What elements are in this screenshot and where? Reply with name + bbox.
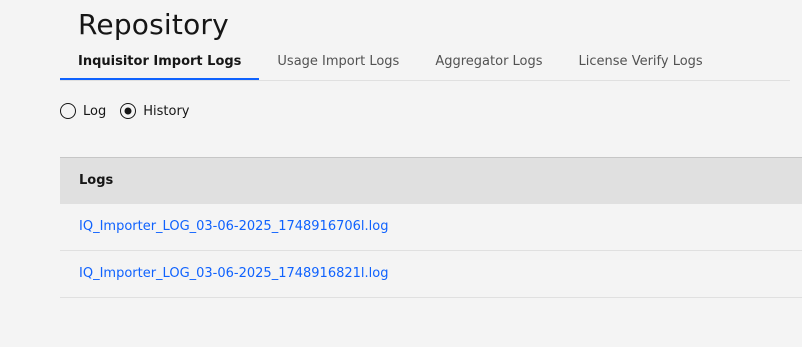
- logs-table: Logs IQ_Importer_LOG_03-06-2025_17489167…: [60, 157, 802, 298]
- radio-history-checked-icon[interactable]: [120, 103, 137, 119]
- table-row: IQ_Importer_LOG_03-06-2025_1748916706l.l…: [60, 204, 802, 251]
- log-file-link[interactable]: IQ_Importer_LOG_03-06-2025_1748916706l.l…: [79, 219, 388, 234]
- radio-log[interactable]: Log: [60, 103, 106, 119]
- page-title: Repository: [78, 8, 229, 41]
- tab-aggregator-logs[interactable]: Aggregator Logs: [417, 44, 560, 79]
- radio-log-label: Log: [83, 103, 107, 119]
- radio-history[interactable]: History: [120, 103, 189, 119]
- log-tabs: Inquisitor Import Logs Usage Import Logs…: [60, 44, 790, 81]
- log-file-link[interactable]: IQ_Importer_LOG_03-06-2025_1748916821l.l…: [79, 266, 388, 281]
- radio-log-unchecked-icon[interactable]: [60, 103, 76, 119]
- tab-usage-import-logs[interactable]: Usage Import Logs: [259, 44, 417, 79]
- view-radio-group: Log History: [60, 103, 203, 119]
- logs-table-header: Logs: [60, 157, 802, 204]
- tab-inquisitor-import-logs[interactable]: Inquisitor Import Logs: [60, 44, 260, 80]
- tab-license-verify-logs[interactable]: License Verify Logs: [561, 44, 721, 79]
- radio-history-label: History: [143, 103, 190, 119]
- table-row: IQ_Importer_LOG_03-06-2025_1748916821l.l…: [60, 251, 802, 298]
